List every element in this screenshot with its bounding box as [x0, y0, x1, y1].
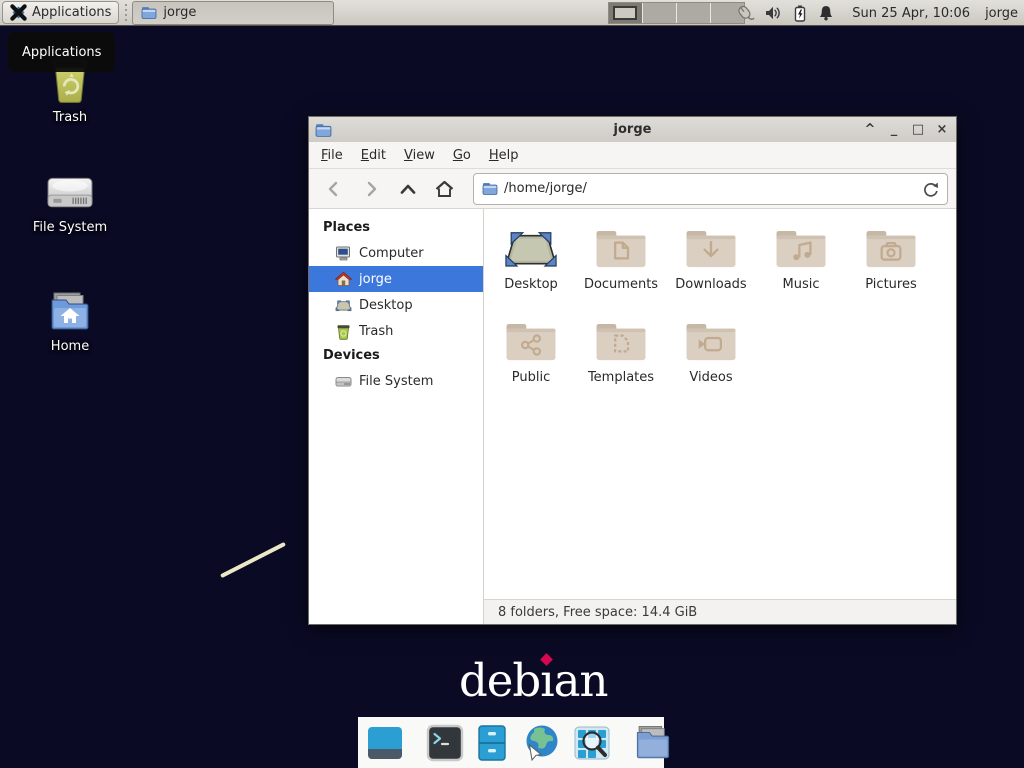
desktop-icon-home[interactable]: Home: [24, 291, 116, 354]
maximize-button[interactable]: □: [910, 122, 926, 137]
documents-folder-icon: [593, 225, 649, 272]
dock: [358, 717, 664, 768]
application-finder-icon[interactable]: [573, 725, 611, 761]
toolbar: /home/jorge/: [309, 169, 956, 209]
pictures-folder-icon: [863, 225, 919, 272]
up-button[interactable]: [391, 174, 424, 204]
wallpaper-streak: [220, 542, 286, 578]
sidebar-item-desktop[interactable]: Desktop: [309, 292, 483, 318]
desktop-icon-label: Trash: [53, 110, 87, 125]
hard-drive-icon: [45, 172, 95, 214]
home-button[interactable]: [428, 174, 461, 204]
file-item-desktop[interactable]: Desktop: [486, 225, 576, 292]
reload-button[interactable]: [921, 180, 939, 198]
folder-icon: [141, 5, 157, 20]
panel-user-menu[interactable]: jorge: [985, 6, 1018, 21]
file-manager-window: jorge ^ _ □ × File Edit View Go Help: [308, 116, 957, 625]
notifications-bell-icon[interactable]: [817, 4, 835, 22]
applications-menu-label: Applications: [32, 5, 111, 20]
file-item-downloads[interactable]: Downloads: [666, 225, 756, 292]
devices-header: Devices: [323, 348, 483, 363]
sidebar-item-trash[interactable]: Trash: [309, 318, 483, 344]
menu-help[interactable]: Help: [489, 148, 519, 163]
sidebar-item-jorge[interactable]: jorge: [309, 266, 483, 292]
location-bar[interactable]: /home/jorge/: [473, 173, 948, 205]
system-tray: Sun 25 Apr, 10:06 jorge: [735, 0, 1018, 26]
desktop-icon-file-system[interactable]: File System: [24, 172, 116, 235]
file-pane: Desktop Documents: [484, 209, 956, 624]
file-cabinet-icon[interactable]: [475, 724, 509, 762]
desktop-folder-icon: [503, 225, 559, 272]
desktop-icon-label: Home: [51, 339, 89, 354]
folder-icon: [482, 181, 498, 196]
web-browser-icon[interactable]: [520, 723, 562, 763]
file-item-public[interactable]: Public: [486, 318, 576, 385]
home-icon: [335, 271, 352, 288]
taskbar-window-button[interactable]: jorge: [132, 1, 334, 25]
computer-icon: [335, 245, 352, 262]
sidebar-item-file-system[interactable]: File System: [309, 368, 483, 394]
workspace-window-preview: [613, 6, 637, 20]
sidebar-item-computer[interactable]: Computer: [309, 240, 483, 266]
mouse-icon[interactable]: [735, 4, 755, 23]
home-folder-icon: [47, 291, 93, 333]
file-item-videos[interactable]: Videos: [666, 318, 756, 385]
applications-menu-icon: [10, 4, 27, 21]
path-text: /home/jorge/: [504, 181, 587, 196]
menu-view[interactable]: View: [404, 148, 435, 163]
file-item-templates[interactable]: Templates: [576, 318, 666, 385]
panel-separator-handle[interactable]: [123, 4, 130, 22]
music-folder-icon: [773, 225, 829, 272]
close-button[interactable]: ×: [934, 122, 950, 137]
file-item-music[interactable]: Music: [756, 225, 846, 292]
places-header: Places: [323, 220, 483, 235]
terminal-icon[interactable]: [426, 724, 464, 762]
file-manager-folder-icon[interactable]: [633, 724, 673, 762]
menubar: File Edit View Go Help: [309, 142, 956, 169]
desktop-icon: [335, 297, 352, 314]
desktop-icon-label: File System: [33, 220, 107, 235]
window-titlebar[interactable]: jorge ^ _ □ ×: [309, 117, 956, 142]
videos-folder-icon: [683, 318, 739, 365]
volume-icon[interactable]: [764, 4, 782, 22]
statusbar: 8 folders, Free space: 14.4 GiB: [484, 599, 956, 624]
window-title: jorge: [309, 122, 956, 137]
menu-file[interactable]: File: [321, 148, 343, 163]
workspace-2[interactable]: [643, 3, 677, 23]
menu-edit[interactable]: Edit: [361, 148, 386, 163]
forward-button[interactable]: [354, 174, 387, 204]
menu-go[interactable]: Go: [453, 148, 471, 163]
workspace-3[interactable]: [677, 3, 711, 23]
downloads-folder-icon: [683, 225, 739, 272]
panel-clock[interactable]: Sun 25 Apr, 10:06: [852, 6, 970, 21]
hard-drive-icon: [335, 373, 352, 390]
public-folder-icon: [503, 318, 559, 365]
workspace-1[interactable]: [609, 3, 643, 23]
debian-logo: debıan: [459, 658, 607, 703]
templates-folder-icon: [593, 318, 649, 365]
minimize-button[interactable]: _: [886, 122, 902, 137]
sidebar: Places Computer jorge: [309, 209, 484, 624]
file-item-documents[interactable]: Documents: [576, 225, 666, 292]
desktop: Applications jorge: [0, 0, 1024, 768]
applications-tooltip: Applications: [8, 32, 115, 72]
shade-button[interactable]: ^: [862, 122, 878, 137]
applications-menu-button[interactable]: Applications: [2, 1, 119, 24]
show-desktop-icon[interactable]: [366, 724, 404, 762]
top-panel: Applications jorge: [0, 0, 1024, 26]
workspace-switcher: [608, 2, 745, 24]
trash-icon: [335, 323, 352, 340]
back-button[interactable]: [317, 174, 350, 204]
taskbar-window-label: jorge: [163, 5, 196, 20]
battery-charging-icon[interactable]: [791, 4, 808, 23]
file-item-pictures[interactable]: Pictures: [846, 225, 936, 292]
